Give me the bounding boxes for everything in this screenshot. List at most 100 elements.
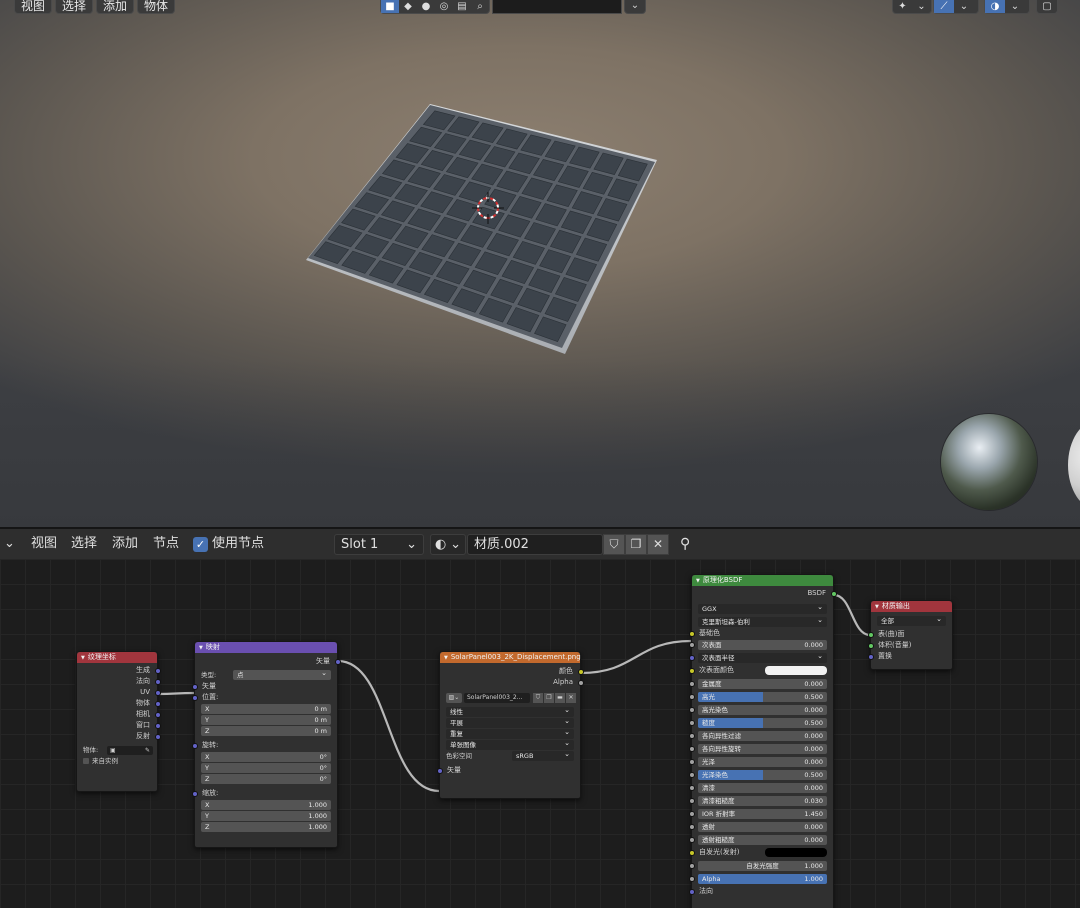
eyedropper-icon[interactable]: ✎	[145, 745, 150, 756]
viewport-menu-object[interactable]: 物体	[137, 0, 176, 14]
editor-type-chevron-icon[interactable]: ⌄	[4, 529, 15, 559]
image-browse-icon[interactable]: ▨⌄	[446, 693, 462, 703]
image-name-field[interactable]: SolarPanel003_2...	[464, 693, 530, 703]
slot-dropdown[interactable]: Slot 1 ⌄	[334, 534, 424, 555]
chevron-down-icon[interactable]: ⌄	[624, 0, 646, 14]
node-canvas[interactable]: ▼ 纹理坐标 生成 法向 UV 物体 相机 窗口 反射 物体: ▣ ✎ 来自实例 …	[0, 559, 1080, 908]
scale-x-field[interactable]: X 1.000	[201, 800, 331, 810]
bsdf-param-field[interactable]: 各向异性旋转 0.000	[698, 744, 827, 754]
unlink-close-icon[interactable]: ✕	[566, 693, 576, 703]
menu-add[interactable]: 添加	[112, 529, 138, 559]
source-dropdown[interactable]: 单张图像	[446, 738, 574, 750]
socket[interactable]	[577, 679, 584, 686]
bsdf-param-field[interactable]: 透射粗糙度 0.000	[698, 835, 827, 845]
node-mapping[interactable]: ▼映射 矢量 类型: 点 矢量 位置: X 0 m Y 0 m Z 0 m 旋转: X…	[191, 641, 341, 848]
menu-view[interactable]: 视图	[31, 529, 57, 559]
duplicate-material-icon[interactable]: ❐	[625, 534, 647, 555]
bsdf-param-field[interactable]: 各向异性过滤 0.000	[698, 731, 827, 741]
bsdf-param-field[interactable]: 清漆粗糙度 0.030	[698, 796, 827, 806]
bsdf-param-field[interactable]: 高光染色 0.000	[698, 705, 827, 715]
scale-z-field[interactable]: Z 1.000	[201, 822, 331, 832]
socket[interactable]	[154, 711, 161, 718]
bsdf-param-field[interactable]: 糙度 0.500	[698, 718, 827, 728]
socket[interactable]	[688, 680, 695, 687]
overlay-dropdown[interactable]: ◑ ⌄	[984, 0, 1030, 14]
rotation-z-field[interactable]: Z 0°	[201, 774, 331, 784]
scale-y-field[interactable]: Y 1.000	[201, 811, 331, 821]
location-y-field[interactable]: Y 0 m	[201, 715, 331, 725]
emission-color-swatch[interactable]	[765, 848, 827, 857]
rotation-y-field[interactable]: Y 0°	[201, 763, 331, 773]
socket[interactable]	[154, 722, 161, 729]
socket[interactable]	[688, 810, 695, 817]
socket[interactable]	[688, 758, 695, 765]
viewport-search-input[interactable]	[492, 0, 622, 14]
subsurface-color-swatch[interactable]	[765, 666, 827, 675]
socket[interactable]	[154, 667, 161, 674]
target-dropdown[interactable]: 全部	[877, 614, 946, 626]
socket[interactable]	[688, 630, 695, 637]
collapse-icon[interactable]: ▼	[875, 604, 879, 610]
socket[interactable]	[154, 689, 161, 696]
socket[interactable]	[334, 658, 341, 665]
colorspace-dropdown[interactable]: sRGB	[512, 749, 574, 761]
socket[interactable]	[688, 849, 695, 856]
socket[interactable]	[154, 700, 161, 707]
xray-toggle[interactable]: ▢	[1036, 0, 1058, 14]
socket[interactable]	[867, 631, 874, 638]
from-instancer-checkbox[interactable]	[83, 758, 89, 764]
collapse-icon[interactable]: ▼	[81, 655, 85, 661]
viewport-menu-select[interactable]: 选择	[55, 0, 94, 14]
socket[interactable]	[688, 745, 695, 752]
socket[interactable]	[191, 790, 198, 797]
menu-select[interactable]: 选择	[71, 529, 97, 559]
fake-user-shield-icon[interactable]: ⛉	[533, 693, 543, 703]
node-image-texture[interactable]: ▼ SolarPanel003_2K_Displacement.png 颜色 Al…	[436, 651, 584, 799]
node-header[interactable]: ▼ 原理化BSDF	[692, 575, 833, 586]
socket[interactable]	[154, 733, 161, 740]
socket[interactable]	[688, 732, 695, 739]
viewport-menu-add[interactable]: 添加	[96, 0, 135, 14]
node-header[interactable]: ▼ 映射	[195, 642, 337, 653]
socket[interactable]	[688, 654, 695, 661]
socket[interactable]	[688, 875, 695, 882]
node-header[interactable]: ▼ SolarPanel003_2K_Displacement.png	[440, 652, 581, 663]
snap-dropdown[interactable]: ⟋ ⌄	[933, 0, 979, 14]
light-filter-icon[interactable]: ●	[417, 0, 435, 13]
collapse-icon[interactable]: ▼	[444, 655, 448, 661]
emission-strength-field[interactable]: 自发光强度 1.000	[698, 861, 827, 871]
socket[interactable]	[688, 641, 695, 648]
object-picker-field[interactable]: ▣ ✎	[107, 746, 153, 755]
duplicate-image-icon[interactable]: ❐	[544, 693, 554, 703]
socket[interactable]	[191, 742, 198, 749]
socket[interactable]	[688, 862, 695, 869]
projection-dropdown[interactable]: 平展	[446, 716, 574, 728]
bsdf-param-field[interactable]: 清漆 0.000	[698, 783, 827, 793]
object-filter-icon[interactable]: ◆	[399, 0, 417, 13]
use-nodes-checkbox[interactable]: ✓	[193, 537, 208, 552]
pivot-dropdown[interactable]: ✦ ⌄	[892, 0, 932, 14]
bsdf-param-field[interactable]: 金属度 0.000	[698, 679, 827, 689]
socket[interactable]	[436, 767, 443, 774]
solar-panel-object[interactable]	[300, 100, 670, 360]
socket[interactable]	[577, 668, 584, 675]
node-header[interactable]: ▼ 纹理坐标	[77, 652, 157, 663]
collapse-icon[interactable]: ▼	[199, 645, 203, 651]
extension-dropdown[interactable]: 重复	[446, 727, 574, 739]
socket[interactable]	[688, 719, 695, 726]
search-icon[interactable]: ⌕	[471, 0, 489, 13]
bsdf-param-field[interactable]: 光泽 0.000	[698, 757, 827, 767]
viewport-menu-view[interactable]: 视图	[14, 0, 53, 14]
node-header[interactable]: ▼ 材质输出	[871, 601, 952, 612]
subsurface-radius-field[interactable]: 次表面半径	[698, 651, 827, 663]
bsdf-param-field[interactable]: 次表面 0.000	[698, 640, 827, 650]
interpolation-dropdown[interactable]: 线性	[446, 705, 574, 717]
bsdf-param-field[interactable]: 透射 0.000	[698, 822, 827, 832]
unlink-close-icon[interactable]: ✕	[647, 534, 669, 555]
collapse-icon[interactable]: ▼	[696, 578, 700, 584]
material-browse-button[interactable]: ◐ ⌄	[430, 534, 466, 555]
bsdf-param-field[interactable]: IOR 折射率 1.450	[698, 809, 827, 819]
rotation-x-field[interactable]: X 0°	[201, 752, 331, 762]
socket[interactable]	[688, 784, 695, 791]
socket[interactable]	[688, 693, 695, 700]
